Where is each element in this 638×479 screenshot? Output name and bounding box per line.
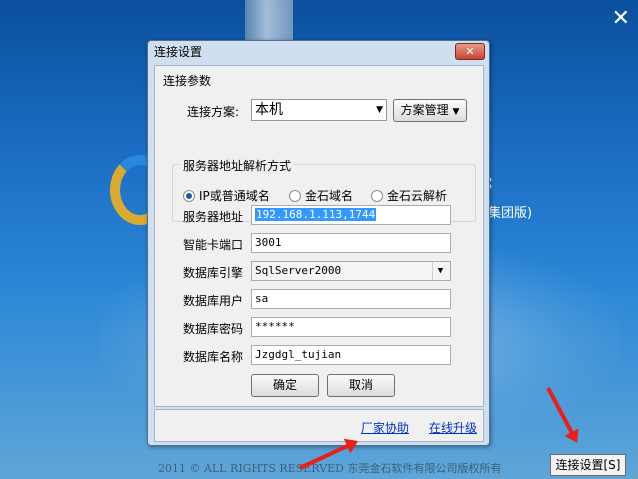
connect-settings-button[interactable]: 连接设置[S] [550, 454, 626, 476]
radio-jinshi-label: 金石域名 [305, 189, 354, 203]
radio-jinshi-domain[interactable]: 金石域名 [289, 187, 353, 204]
manufacturer-help-link[interactable]: 厂家协助 [361, 419, 409, 436]
radio-ip-label: IP或普通域名 [199, 189, 270, 203]
db-name-label: 数据库名称 [183, 350, 244, 364]
cancel-button[interactable]: 取消 [327, 374, 395, 397]
chevron-down-icon: ▼ [376, 105, 383, 115]
server-address-label: 服务器地址 [183, 210, 244, 224]
radio-selected-icon [183, 189, 195, 202]
radio-unselected-icon [371, 189, 383, 202]
footer-copyright: 2011 © ALL RIGHTS RESERVED 东莞金石软件有限公司版权所… [158, 462, 502, 475]
chevron-down-icon: ▼ [432, 262, 448, 280]
radio-cloud-label: 金石云解析 [387, 189, 448, 203]
db-password-label: 数据库密码 [183, 322, 244, 336]
server-address-input[interactable]: 192.168.1.113,1744 [251, 205, 451, 225]
db-user-input[interactable]: sa [251, 289, 451, 309]
dialog-footer: 厂家协助 在线升级 [154, 409, 484, 442]
db-engine-label: 数据库引擎 [183, 266, 244, 280]
scheme-manage-button[interactable]: 方案管理 ▼ [393, 99, 467, 122]
card-port-input[interactable]: 3001 [251, 233, 451, 253]
radio-unselected-icon [289, 189, 301, 202]
db-name-input[interactable]: Jzgdgl_tujian [251, 345, 451, 365]
db-engine-value: SqlServer2000 [255, 264, 342, 277]
server-address-value: 192.168.1.113,1744 [255, 208, 377, 221]
scheme-label: 连接方案: [187, 105, 240, 119]
chevron-down-icon: ▼ [452, 107, 460, 117]
radio-ip[interactable]: IP或普通域名 [183, 187, 270, 204]
db-engine-select[interactable]: SqlServer2000 ▼ [251, 261, 451, 281]
db-user-label: 数据库用户 [183, 294, 244, 308]
dialog-title: 连接设置 [154, 45, 203, 59]
scheme-manage-label: 方案管理 [400, 103, 449, 117]
scheme-select[interactable]: 本机 ▼ [251, 99, 387, 121]
card-port-label: 智能卡端口 [183, 238, 244, 252]
dialog-close-button[interactable]: ✕ [455, 43, 485, 60]
dialog-body: 连接参数 连接方案: 本机 ▼ 方案管理 ▼ 服务器地址解析方式 IP或普通域名… [154, 65, 484, 407]
edition-label: 集团版) [488, 206, 533, 221]
resolve-group-title: 服务器地址解析方式 [181, 157, 294, 174]
connection-settings-dialog: 连接设置 ✕ 连接参数 连接方案: 本机 ▼ 方案管理 ▼ 服务器地址解析方式 … [147, 40, 490, 446]
ok-button[interactable]: 确定 [251, 374, 319, 397]
scheme-value: 本机 [255, 102, 283, 118]
section-title: 连接参数 [163, 74, 212, 88]
radio-cloud[interactable]: 金石云解析 [371, 187, 447, 204]
online-upgrade-link[interactable]: 在线升级 [429, 419, 477, 436]
building-image [245, 0, 293, 40]
close-icon[interactable]: ✕ [612, 6, 630, 31]
db-password-input[interactable]: ****** [251, 317, 451, 337]
